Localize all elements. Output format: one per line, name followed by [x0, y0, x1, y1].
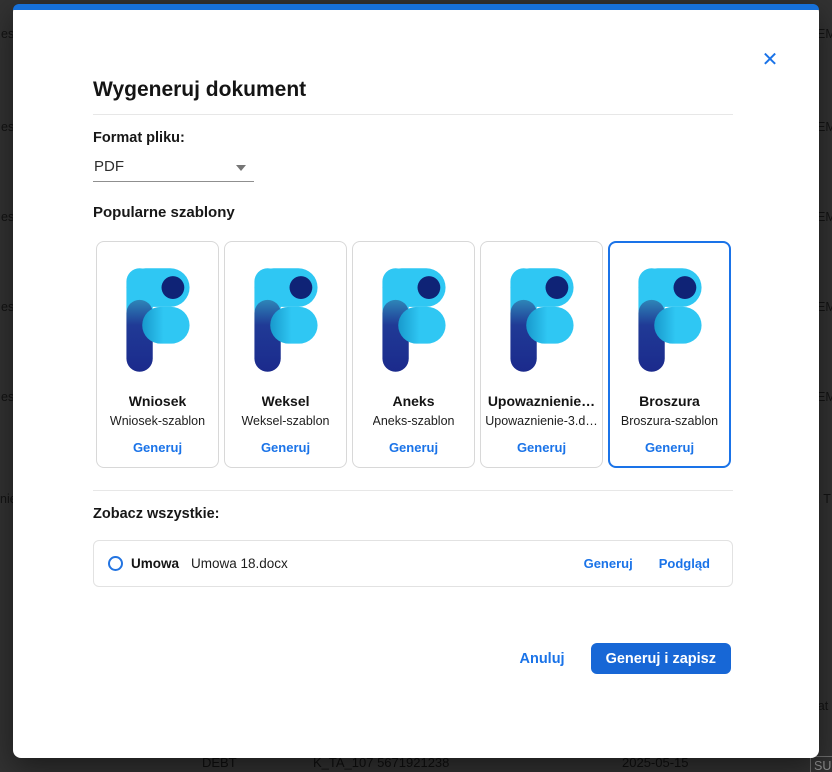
template-subtitle: Wniosek-szablon	[110, 414, 205, 428]
divider	[93, 490, 733, 491]
f-logo-icon	[626, 263, 714, 377]
template-card-list: Wniosek Wniosek-szablon Generuj Weksel W…	[96, 241, 731, 468]
f-logo-icon	[498, 263, 586, 377]
template-card-broszura[interactable]: Broszura Broszura-szablon Generuj	[608, 241, 731, 468]
close-icon[interactable]: ✕	[757, 48, 783, 74]
generate-document-dialog: ✕ Wygeneruj dokument Format pliku: PDF P…	[13, 4, 819, 758]
popular-templates-heading: Popularne szablony	[93, 204, 235, 221]
template-subtitle: Broszura-szablon	[621, 414, 718, 428]
bg-text-fragment: EM	[817, 120, 832, 134]
f-logo-icon	[114, 263, 202, 377]
template-filename: Umowa 18.docx	[191, 556, 288, 571]
dialog-title: Wygeneruj dokument	[93, 78, 306, 102]
f-logo-icon	[242, 263, 330, 377]
template-title: Upowaznienie…	[488, 393, 595, 409]
radio-button[interactable]	[108, 556, 123, 571]
bg-text-fragment: EM	[817, 27, 832, 41]
template-card-weksel[interactable]: Weksel Weksel-szablon Generuj	[224, 241, 347, 468]
template-subtitle: Upowaznienie-3.d…	[485, 414, 598, 428]
cancel-button[interactable]: Anuluj	[519, 651, 564, 667]
row-generate-link[interactable]: Generuj	[584, 556, 633, 571]
chevron-down-icon	[236, 165, 246, 171]
see-all-heading: Zobacz wszystkie:	[93, 506, 220, 522]
file-format-label: Format pliku:	[93, 130, 185, 146]
template-name: Umowa	[131, 556, 179, 571]
template-title: Broszura	[639, 393, 700, 409]
file-format-value: PDF	[93, 152, 254, 181]
bg-text-fragment: EM	[817, 210, 832, 224]
template-card-wniosek[interactable]: Wniosek Wniosek-szablon Generuj	[96, 241, 219, 468]
generate-link[interactable]: Generuj	[517, 440, 566, 455]
template-card-aneks[interactable]: Aneks Aneks-szablon Generuj	[352, 241, 475, 468]
template-title: Aneks	[392, 393, 434, 409]
generate-link[interactable]: Generuj	[389, 440, 438, 455]
bg-text-fragment: EM	[817, 390, 832, 404]
template-subtitle: Aneks-szablon	[373, 414, 455, 428]
template-row-umowa: Umowa Umowa 18.docx Generuj Podgląd	[93, 540, 733, 587]
template-title: Wniosek	[129, 393, 187, 409]
generate-link[interactable]: Generuj	[261, 440, 310, 455]
generate-link[interactable]: Generuj	[645, 440, 694, 455]
file-format-select[interactable]: PDF	[93, 152, 254, 182]
divider	[93, 114, 733, 115]
bg-status-badge-fragment: SU	[810, 756, 832, 772]
generate-and-save-button[interactable]: Generuj i zapisz	[591, 643, 731, 674]
f-logo-icon	[370, 263, 458, 377]
template-title: Weksel	[262, 393, 310, 409]
dialog-footer: Anuluj Generuj i zapisz	[519, 643, 731, 674]
template-card-upowaznienie[interactable]: Upowaznienie… Upowaznienie-3.d… Generuj	[480, 241, 603, 468]
dialog-accent-bar	[13, 4, 819, 10]
template-subtitle: Weksel-szablon	[241, 414, 329, 428]
generate-link[interactable]: Generuj	[133, 440, 182, 455]
row-preview-link[interactable]: Podgląd	[659, 556, 710, 571]
bg-text-fragment: EM	[817, 300, 832, 314]
